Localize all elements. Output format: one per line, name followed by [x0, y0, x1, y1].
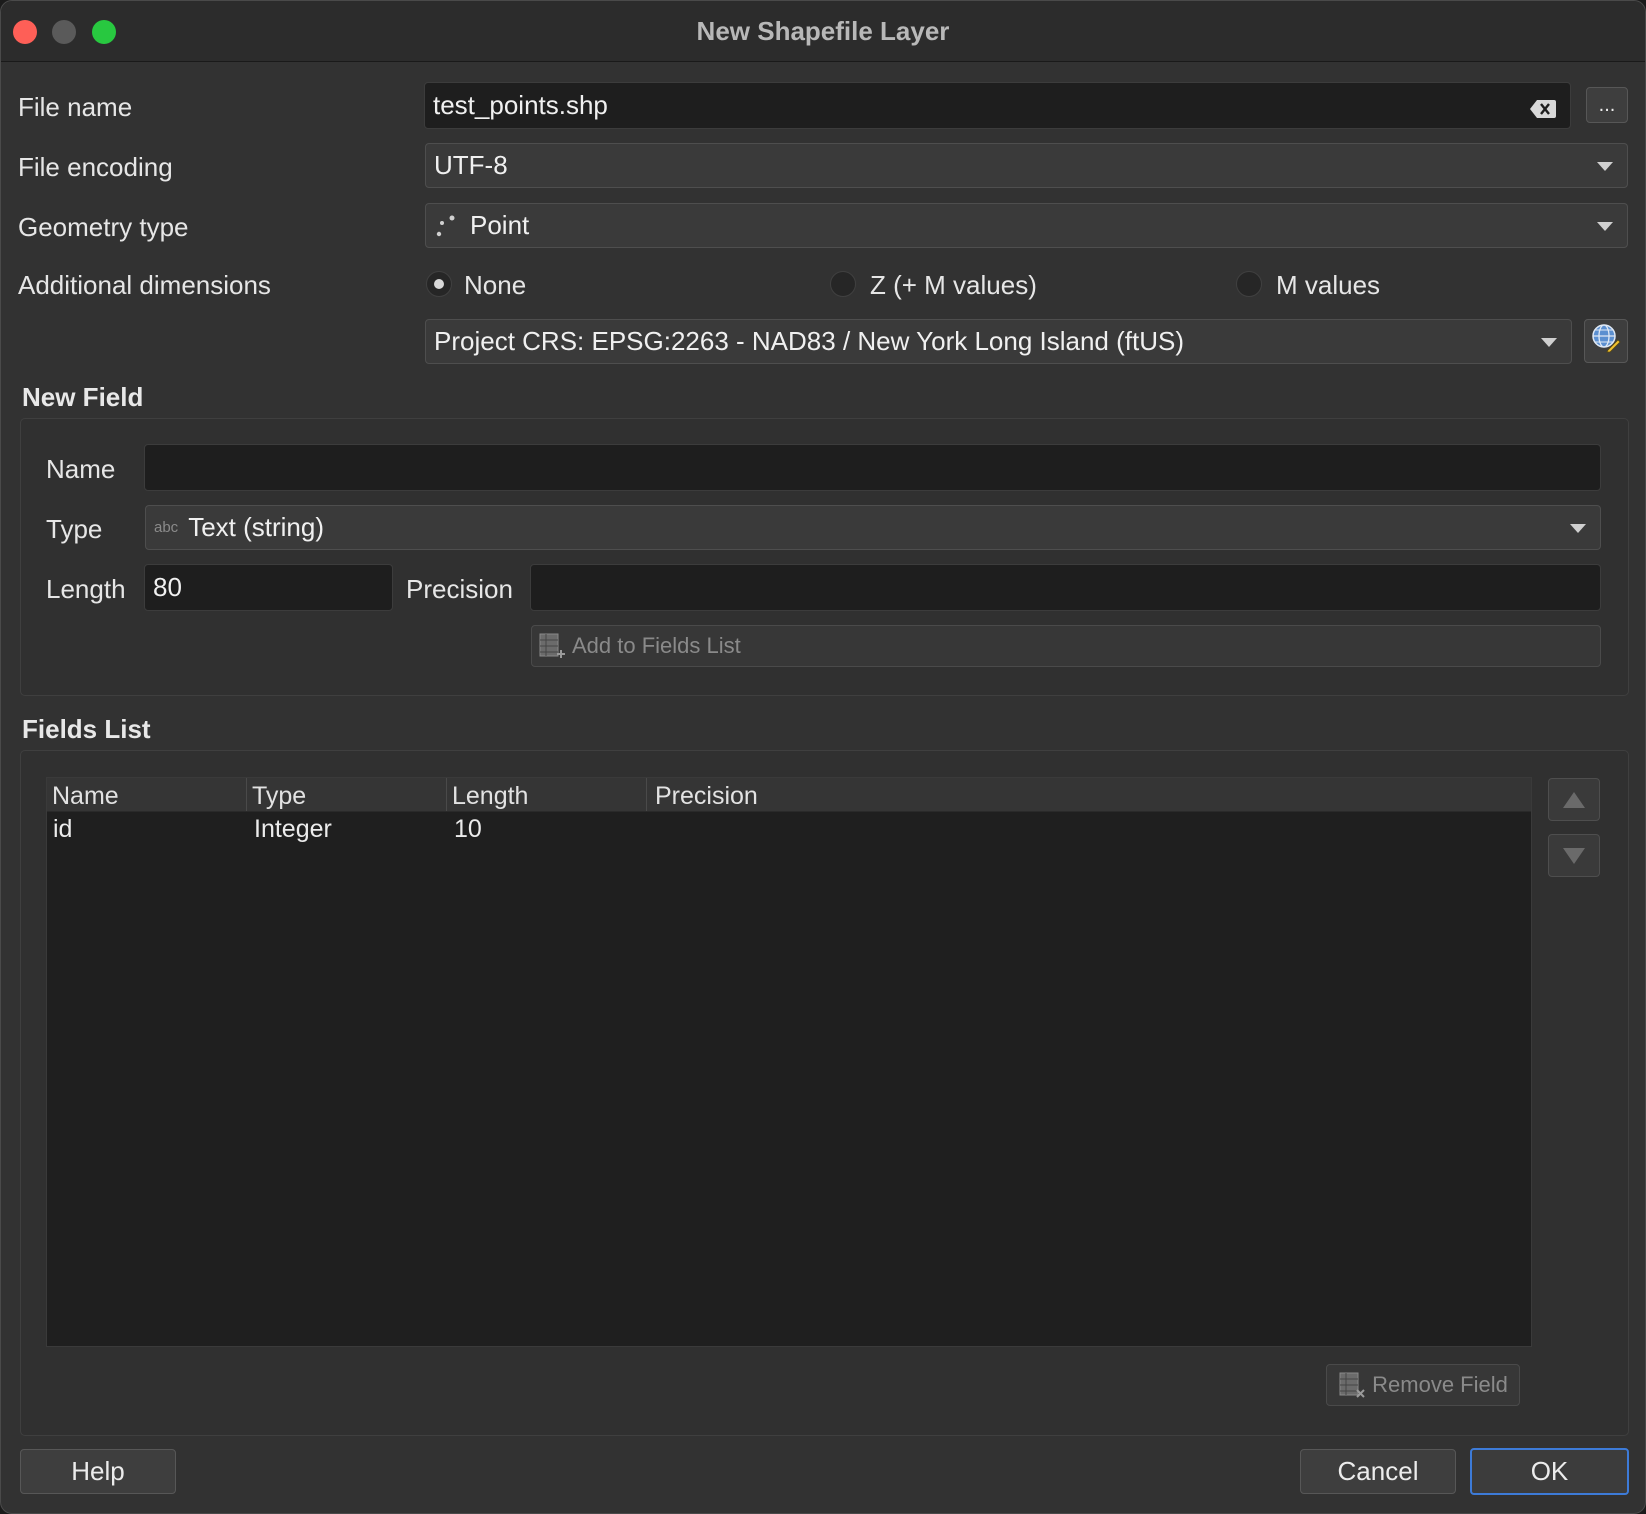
- radio-dimension-z[interactable]: [830, 271, 856, 297]
- ok-button[interactable]: OK: [1470, 1448, 1629, 1495]
- new-field-section-title: New Field: [22, 382, 144, 412]
- new-field-name-label: Name: [46, 454, 116, 484]
- new-field-length-label: Length: [46, 574, 126, 604]
- arrow-down-icon: [1561, 846, 1587, 866]
- file-name-label: File name: [18, 92, 133, 122]
- new-field-precision-label: Precision: [406, 574, 513, 604]
- clear-icon[interactable]: [1530, 95, 1556, 118]
- arrow-up-icon: [1561, 790, 1587, 810]
- move-up-button[interactable]: [1548, 778, 1600, 821]
- radio-dimension-z-label[interactable]: Z (+ M values): [870, 270, 1037, 301]
- remove-field-icon: [1338, 1371, 1366, 1399]
- radio-dimension-m[interactable]: [1236, 271, 1262, 297]
- chevron-down-icon: [1597, 222, 1613, 231]
- cell-length: 10: [454, 815, 482, 843]
- text-type-icon: abc: [154, 519, 179, 536]
- add-to-fields-list-label: Add to Fields List: [572, 633, 741, 658]
- new-field-type-value: Text (string): [188, 512, 324, 542]
- dialog-window: New Shapefile Layer File name test_point…: [0, 0, 1646, 1514]
- radio-dimension-m-label[interactable]: M values: [1276, 270, 1380, 301]
- add-to-fields-list-button[interactable]: Add to Fields List: [531, 625, 1601, 667]
- fields-table[interactable]: Name Type Length Precision id Integer 10: [46, 777, 1532, 1347]
- new-field-precision-input[interactable]: [530, 564, 1601, 611]
- chevron-down-icon: [1597, 162, 1613, 171]
- file-encoding-value: UTF-8: [434, 150, 508, 180]
- geometry-type-select[interactable]: Point: [425, 203, 1628, 248]
- cell-type: Integer: [254, 815, 332, 843]
- cancel-button[interactable]: Cancel: [1300, 1449, 1456, 1494]
- new-field-type-select[interactable]: abc Text (string): [145, 505, 1601, 550]
- file-name-input[interactable]: test_points.shp: [424, 82, 1571, 129]
- geometry-type-value: Point: [470, 210, 530, 240]
- new-field-length-input[interactable]: 80: [144, 564, 393, 611]
- file-encoding-label: File encoding: [18, 152, 173, 182]
- file-name-value: test_points.shp: [433, 90, 608, 120]
- cell-name: id: [53, 815, 73, 843]
- globe-crs-icon: [1591, 323, 1621, 360]
- remove-field-label: Remove Field: [1372, 1372, 1508, 1397]
- table-row[interactable]: id Integer 10: [47, 778, 1531, 848]
- remove-field-button[interactable]: Remove Field: [1326, 1364, 1520, 1406]
- file-encoding-select[interactable]: UTF-8: [425, 143, 1628, 188]
- chevron-down-icon: [1541, 338, 1557, 347]
- add-field-icon: [538, 632, 566, 660]
- additional-dimensions-label: Additional dimensions: [18, 270, 271, 300]
- title-bar: New Shapefile Layer: [1, 1, 1645, 62]
- radio-dimension-none[interactable]: [426, 271, 452, 297]
- crs-value: Project CRS: EPSG:2263 - NAD83 / New Yor…: [434, 326, 1185, 356]
- fields-list-section-title: Fields List: [22, 714, 151, 744]
- chevron-down-icon: [1570, 524, 1586, 533]
- new-field-type-label: Type: [46, 514, 103, 544]
- geometry-type-label: Geometry type: [18, 212, 189, 242]
- browse-button[interactable]: ...: [1586, 87, 1628, 123]
- point-geometry-icon: [434, 212, 462, 240]
- crs-select[interactable]: Project CRS: EPSG:2263 - NAD83 / New Yor…: [425, 319, 1572, 364]
- crs-selector-button[interactable]: [1584, 319, 1628, 363]
- window-title: New Shapefile Layer: [696, 16, 950, 46]
- move-down-button[interactable]: [1548, 834, 1600, 877]
- help-button[interactable]: Help: [20, 1449, 176, 1494]
- new-field-name-input[interactable]: [144, 444, 1601, 491]
- radio-dimension-none-label[interactable]: None: [464, 270, 526, 301]
- new-field-length-value: 80: [153, 572, 182, 602]
